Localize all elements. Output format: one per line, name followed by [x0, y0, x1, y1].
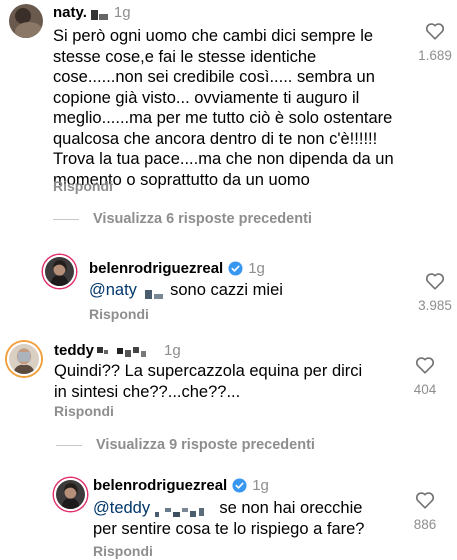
censored-name	[97, 345, 159, 357]
view-more-label: Visualizza 6 risposte precedenti	[93, 211, 312, 227]
username[interactable]: teddy	[54, 342, 94, 359]
mention-link[interactable]: @teddy	[93, 499, 150, 517]
avatar[interactable]	[9, 4, 43, 38]
reply-button[interactable]: Rispondi	[89, 306, 149, 322]
comment-header: teddy 1g	[54, 342, 181, 359]
heart-icon[interactable]	[415, 356, 435, 374]
heart-icon[interactable]	[425, 272, 445, 290]
like-count: 1.689	[418, 48, 452, 63]
username[interactable]: naty.	[53, 4, 87, 21]
divider	[53, 218, 79, 220]
avatar[interactable]	[7, 342, 41, 376]
like-control: 886	[405, 491, 445, 532]
censored-name	[154, 503, 211, 517]
comment-text: @naty sono cazzi miei	[89, 280, 389, 301]
like-count: 886	[413, 517, 437, 532]
heart-icon[interactable]	[415, 491, 435, 509]
comment-header: naty. 1g	[53, 4, 131, 21]
mention-link[interactable]: @naty	[89, 281, 137, 299]
comment-teddy: teddy 1g Quindi?? La supercazzola equina…	[0, 334, 457, 454]
verified-badge-icon	[232, 478, 247, 493]
comment-naty: naty. 1g Si però ogni uomo che cambi dic…	[0, 0, 457, 230]
avatar[interactable]	[43, 255, 76, 288]
like-control: 3.985	[415, 272, 455, 313]
view-previous-replies[interactable]: Visualizza 6 risposte precedenti	[53, 211, 312, 227]
reply-button[interactable]: Rispondi	[54, 403, 114, 419]
comment-time: 1g	[252, 477, 269, 494]
verified-badge-icon	[228, 261, 243, 276]
reply-belen-1: belenrodriguezreal 1g @naty sono cazzi m…	[0, 250, 457, 330]
username[interactable]: belenrodriguezreal	[93, 477, 227, 494]
reply-button[interactable]: Rispondi	[93, 543, 153, 559]
username[interactable]: belenrodriguezreal	[89, 260, 223, 277]
like-control: 404	[405, 356, 445, 397]
like-control: 1.689	[415, 22, 455, 63]
heart-icon[interactable]	[425, 22, 445, 40]
comment-text: Quindi?? La supercazzola equina per dirc…	[54, 362, 363, 401]
comment-time: 1g	[248, 260, 265, 277]
comment-header: belenrodriguezreal 1g	[93, 477, 269, 494]
reply-belen-2: belenrodriguezreal 1g @teddy se non hai …	[0, 473, 457, 560]
avatar[interactable]	[54, 478, 87, 511]
comment-time: 1g	[113, 4, 131, 21]
censored-name	[90, 7, 109, 20]
comment-time: 1g	[164, 342, 181, 359]
comment-text: @teddy se non hai orecchie per sentire c…	[93, 498, 383, 539]
comment-text: Si però ogni uomo che cambi dici sempre …	[53, 27, 394, 189]
comment-header: belenrodriguezreal 1g	[89, 260, 265, 277]
reply-text: sono cazzi miei	[170, 281, 283, 299]
reply-button[interactable]: Rispondi	[53, 178, 113, 194]
censored-name	[144, 285, 164, 299]
like-count: 3.985	[418, 298, 452, 313]
view-previous-replies[interactable]: Visualizza 9 risposte precedenti	[56, 437, 315, 453]
view-more-label: Visualizza 9 risposte precedenti	[96, 437, 315, 453]
like-count: 404	[413, 382, 437, 397]
divider	[56, 444, 82, 446]
